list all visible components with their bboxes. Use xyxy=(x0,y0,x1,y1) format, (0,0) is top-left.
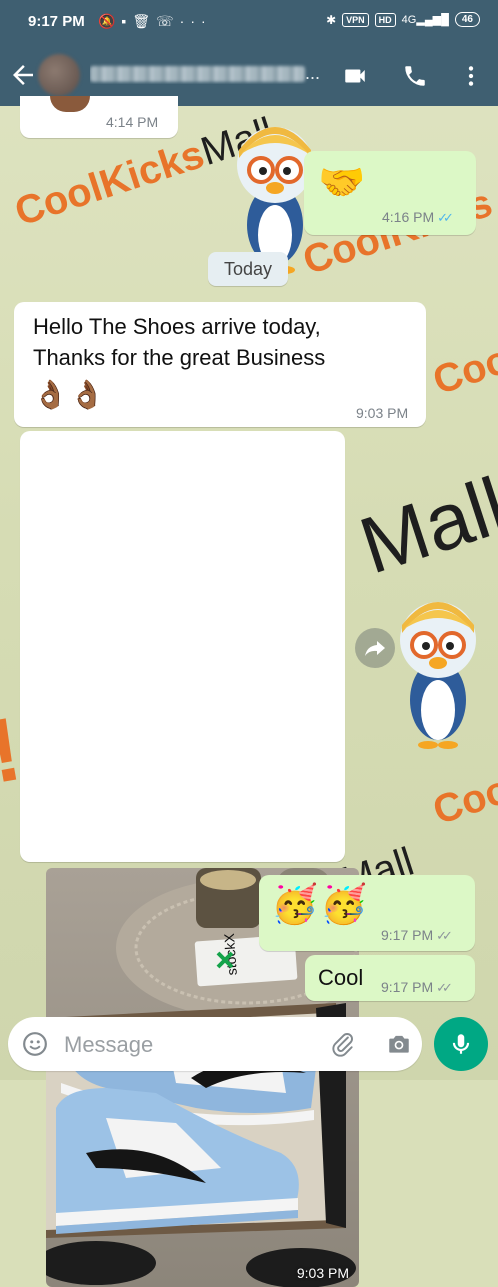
redacted-name xyxy=(90,66,305,83)
message-composer xyxy=(8,1017,422,1071)
bluetooth-icon: ✱ xyxy=(326,12,337,27)
delivered-ticks-icon: ✓✓ xyxy=(436,980,453,995)
avatar[interactable] xyxy=(38,54,80,96)
watermark-3: Mall xyxy=(349,460,498,591)
arrow-left-icon[interactable] xyxy=(8,60,38,90)
forward-button[interactable] xyxy=(355,628,395,668)
paperclip-icon[interactable] xyxy=(330,1031,356,1057)
battery-indicator: 46 xyxy=(454,12,480,27)
message-input[interactable] xyxy=(62,1027,316,1063)
camera-icon[interactable] xyxy=(386,1031,412,1057)
emoji-fragment xyxy=(50,96,90,112)
message-text: Hello The Shoes arrive today, Thanks for… xyxy=(33,314,326,370)
mic-button[interactable] xyxy=(434,1017,488,1071)
signal-icon: 4G▂▄▆█ xyxy=(401,14,449,26)
message-incoming-1[interactable]: 4:14 PM xyxy=(20,96,178,138)
hd-badge: HD xyxy=(374,12,396,27)
message-outgoing-2[interactable]: 🤝 4:16 PM ✓✓ xyxy=(304,151,476,235)
status-bar: 9:17 PM 🔕▪🗑☏··· ✱ VPN HD 4G▂▄▆█ 46 xyxy=(0,0,498,44)
penguin-mascot-2 xyxy=(400,602,476,749)
forward-icon xyxy=(365,641,385,656)
status-time: 9:17 PM xyxy=(28,13,85,30)
message-outgoing-6[interactable]: Cool 9:17 PM ✓✓ xyxy=(305,955,475,1001)
read-ticks-icon: ✓✓ xyxy=(437,210,454,225)
message-time: 4:16 PM ✓✓ xyxy=(382,209,454,225)
message-time: 9:17 PM ✓✓ xyxy=(381,979,453,995)
message-time: 9:17 PM ✓✓ xyxy=(381,927,453,943)
contact-name[interactable]: ... xyxy=(90,63,320,84)
message-outgoing-5[interactable]: 🥳🥳 9:17 PM ✓✓ xyxy=(259,875,475,951)
watermark-4: CoolKicks xyxy=(427,300,498,404)
status-right-icons: ✱ VPN HD 4G▂▄▆█ 46 xyxy=(326,12,480,27)
date-divider: Today xyxy=(208,252,288,286)
message-time: 4:14 PM xyxy=(106,114,159,130)
handshake-emoji: 🤝 xyxy=(318,162,366,204)
more-vertical-icon[interactable] xyxy=(458,63,484,89)
delivered-ticks-icon: ✓✓ xyxy=(436,928,453,943)
status-notification-icons: 🔕▪🗑☏··· xyxy=(98,13,212,29)
vpn-badge: VPN xyxy=(342,12,369,27)
message-incoming-3[interactable]: Hello The Shoes arrive today, Thanks for… xyxy=(14,302,426,427)
phone-icon[interactable] xyxy=(402,63,428,89)
message-incoming-image[interactable]: stockX 9:03 PM xyxy=(20,431,359,1287)
message-time: 9:03 PM xyxy=(356,405,409,421)
video-call-icon[interactable] xyxy=(342,63,368,89)
image-time: 9:03 PM xyxy=(296,1265,349,1281)
ok-hand-emoji: 👌🏾👌🏾 xyxy=(33,379,107,410)
party-emoji: 🥳🥳 xyxy=(271,884,370,926)
emoji-icon[interactable] xyxy=(22,1031,48,1057)
message-text: Cool xyxy=(318,965,364,990)
mic-icon xyxy=(452,1034,470,1054)
